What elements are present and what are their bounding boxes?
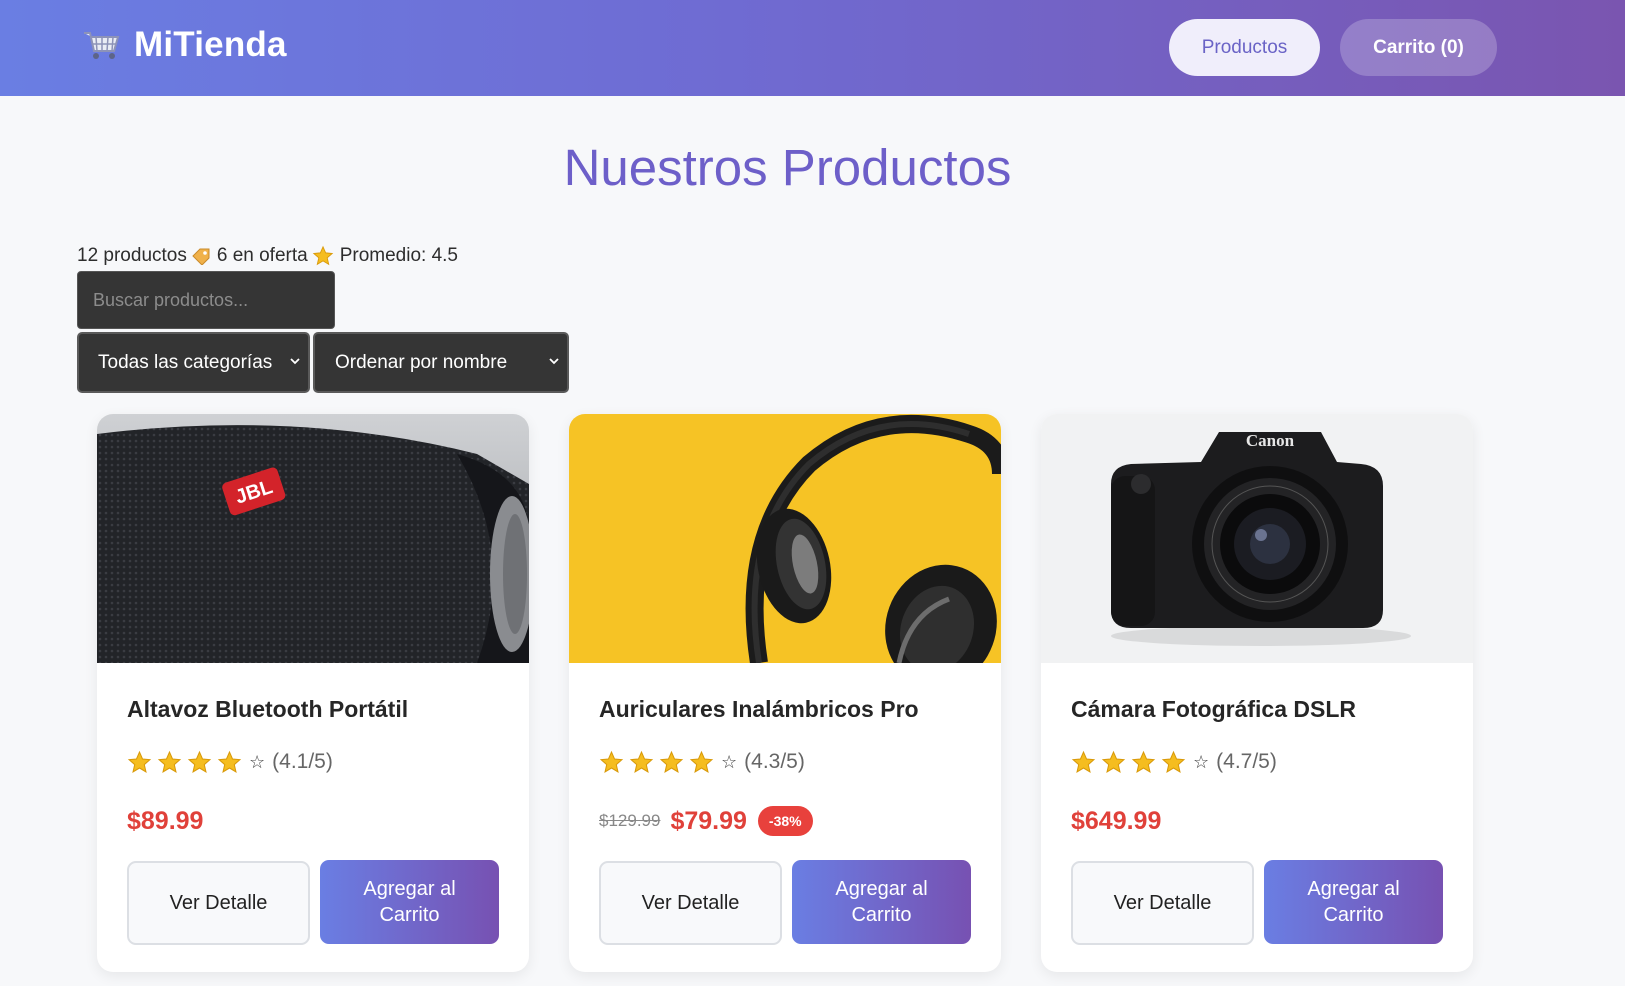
view-detail-button[interactable]: Ver Detalle bbox=[127, 861, 310, 945]
empty-star-icon: ☆ bbox=[1193, 751, 1210, 772]
canon-camera-photo: Canon bbox=[1041, 414, 1473, 663]
product-card[interactable]: JBL Altavoz Bluetooth Portátil ☆ (4.1/5)… bbox=[97, 414, 529, 972]
star-icon bbox=[187, 750, 212, 773]
product-name[interactable]: Cámara Fotográfica DSLR bbox=[1071, 696, 1356, 723]
chevron-down-icon bbox=[290, 358, 300, 365]
jbl-speaker-photo: JBL bbox=[97, 414, 529, 663]
rating-text: (4.3/5) bbox=[744, 750, 805, 773]
view-detail-button[interactable]: Ver Detalle bbox=[1071, 861, 1254, 945]
chevron-down-icon bbox=[549, 358, 559, 365]
product-price: $79.99 bbox=[670, 806, 747, 835]
rating-text: (4.7/5) bbox=[1216, 750, 1277, 773]
star-icon bbox=[1071, 750, 1096, 773]
sort-select-value: Ordenar por nombre bbox=[335, 351, 508, 373]
empty-star-icon: ☆ bbox=[721, 751, 738, 772]
star-icon bbox=[629, 750, 654, 773]
product-rating: ☆ (4.3/5) bbox=[599, 748, 805, 776]
stats-bar: 12 productos 6 en oferta Promedio: 4.5 bbox=[77, 244, 458, 268]
product-card[interactable]: Canon Cámara Fotográfica DSLR ☆ (4.7/5) … bbox=[1041, 414, 1473, 972]
add-to-cart-button[interactable]: Agregar al Carrito bbox=[792, 860, 971, 944]
page-title: Nuestros Productos bbox=[563, 139, 1012, 196]
product-image[interactable]: JBL bbox=[97, 414, 529, 663]
product-image[interactable]: Canon bbox=[1041, 414, 1473, 663]
empty-star-icon: ☆ bbox=[249, 751, 266, 772]
stats-products-count: 12 productos bbox=[77, 245, 187, 266]
product-image[interactable] bbox=[569, 414, 1001, 663]
product-price: $89.99 bbox=[127, 806, 204, 835]
product-name[interactable]: Altavoz Bluetooth Portátil bbox=[127, 696, 408, 723]
sort-select[interactable]: Ordenar por nombre bbox=[313, 332, 569, 393]
price-row: $89.99 bbox=[127, 804, 203, 838]
nav-cart-button[interactable]: Carrito (0) bbox=[1340, 19, 1497, 76]
brand[interactable]: MiTienda bbox=[82, 22, 287, 68]
product-card[interactable]: Auriculares Inalámbricos Pro ☆ (4.3/5) $… bbox=[569, 414, 1001, 972]
category-select[interactable]: Todas las categorías bbox=[77, 332, 310, 393]
original-price: $129.99 bbox=[599, 811, 661, 830]
top-header: MiTienda Productos Carrito (0) bbox=[0, 0, 1625, 96]
stats-offers-count: 6 en oferta bbox=[216, 245, 308, 266]
star-icon bbox=[1131, 750, 1156, 773]
star-icon bbox=[1101, 750, 1126, 773]
price-tag-icon bbox=[192, 248, 210, 265]
product-rating: ☆ (4.1/5) bbox=[127, 748, 333, 776]
rating-text: (4.1/5) bbox=[272, 750, 333, 773]
product-rating: ☆ (4.7/5) bbox=[1071, 748, 1277, 776]
add-to-cart-button[interactable]: Agregar al Carrito bbox=[320, 860, 499, 944]
category-select-value: Todas las categorías bbox=[98, 351, 273, 373]
star-icon bbox=[312, 245, 333, 266]
product-name[interactable]: Auriculares Inalámbricos Pro bbox=[599, 696, 919, 723]
camera-brand-text: Canon bbox=[1246, 431, 1295, 450]
star-icon bbox=[127, 750, 152, 773]
price-row: $129.99 $79.99 -38% bbox=[599, 804, 813, 838]
headphones-photo bbox=[569, 414, 1001, 663]
product-price: $649.99 bbox=[1071, 806, 1162, 835]
price-row: $649.99 bbox=[1071, 804, 1161, 838]
star-icon bbox=[1161, 750, 1186, 773]
discount-badge: -38% bbox=[757, 806, 813, 836]
search-input[interactable] bbox=[77, 271, 335, 329]
brand-name: MiTienda bbox=[134, 25, 287, 64]
star-icon bbox=[659, 750, 684, 773]
star-icon bbox=[689, 750, 714, 773]
nav-products-button[interactable]: Productos bbox=[1169, 19, 1320, 76]
shopping-cart-icon bbox=[84, 32, 120, 59]
star-icon bbox=[599, 750, 624, 773]
add-to-cart-button[interactable]: Agregar al Carrito bbox=[1264, 860, 1443, 944]
view-detail-button[interactable]: Ver Detalle bbox=[599, 861, 782, 945]
star-icon bbox=[217, 750, 242, 773]
stats-average: Promedio: 4.5 bbox=[339, 245, 458, 266]
star-icon bbox=[157, 750, 182, 773]
